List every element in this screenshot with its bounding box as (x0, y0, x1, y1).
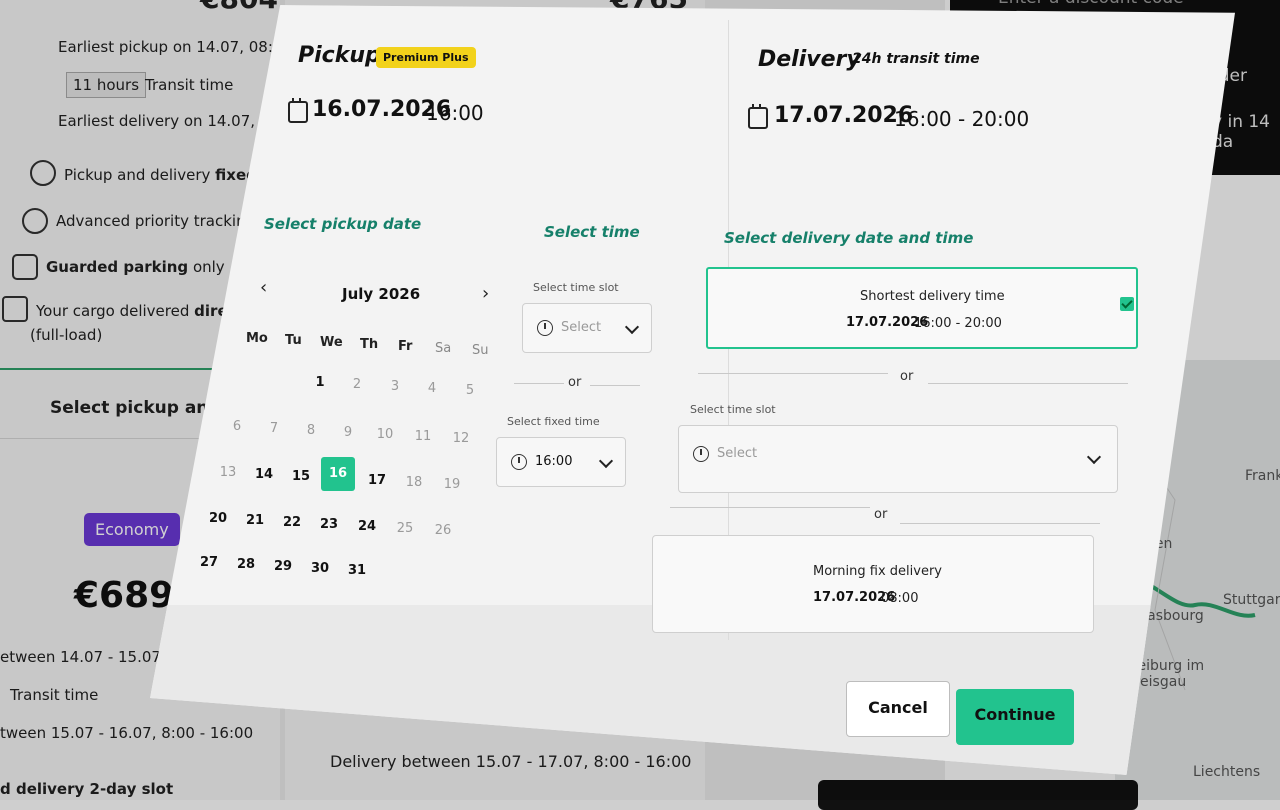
select-pickup-date-heading: Select pickup date (264, 215, 422, 233)
or-divider-line (514, 383, 564, 384)
delivery-time: 16:00 - 20:00 (894, 107, 1030, 131)
delivery-time-slot-select[interactable]: Select (678, 425, 1118, 493)
calendar-day: 9 (343, 425, 353, 440)
calendar-day: 7 (269, 421, 279, 436)
calendar-day: 13 (219, 465, 237, 480)
shortest-delivery-time: 16:00 - 20:00 (914, 316, 1002, 331)
calendar-day[interactable]: 22 (277, 515, 307, 530)
or-divider-line (670, 507, 870, 508)
calendar-day: 25 (396, 521, 414, 536)
pickup-fixed-time-select[interactable]: 16:00 (496, 437, 626, 487)
calendar-day[interactable]: 17 (362, 473, 392, 488)
calendar-day[interactable]: 15 (286, 469, 316, 484)
pickup-delivery-modal: Pickup Premium Plus 16.07.2026 16:00 Sel… (150, 5, 1235, 775)
clock-icon (693, 446, 709, 462)
cancel-button[interactable]: Cancel (846, 681, 950, 737)
calendar-day[interactable]: 20 (203, 511, 233, 526)
calendar-day: 10 (376, 427, 394, 442)
calendar-day: 4 (427, 381, 437, 396)
calendar-day[interactable]: 1 (305, 375, 335, 390)
calendar-day[interactable]: 14 (249, 467, 279, 482)
calendar-clock-icon (288, 98, 308, 123)
pickup-fixed-time-label: Select fixed time (507, 415, 600, 428)
morning-fix-time: 08:00 (881, 591, 919, 606)
clock-icon (511, 454, 527, 470)
delivery-time-slot-placeholder: Select (717, 446, 758, 461)
weekday-label: Fr (398, 339, 413, 354)
delivery-date: 17.07.2026 (774, 103, 914, 128)
shortest-delivery-title: Shortest delivery time (860, 289, 1005, 304)
pickup-time: 16:00 (426, 101, 484, 125)
select-delivery-heading: Select delivery date and time (724, 229, 974, 247)
pickup-time-slot-placeholder: Select (561, 320, 602, 335)
chevron-down-icon (598, 453, 614, 469)
calendar-day-selected[interactable]: 16 (321, 457, 355, 491)
calendar-day: 12 (452, 431, 470, 446)
calendar-day: 26 (434, 523, 452, 538)
calendar-clock-icon (748, 104, 768, 129)
calendar-day[interactable]: 21 (240, 513, 270, 528)
continue-button[interactable]: Continue (956, 689, 1074, 745)
morning-fix-title: Morning fix delivery (813, 564, 942, 579)
morning-fix-delivery-option[interactable]: Morning fix delivery 17.07.2026 08:00 (652, 535, 1094, 633)
calendar-day[interactable]: 28 (231, 557, 261, 572)
calendar-day: 5 (465, 383, 475, 398)
weekday-label: Su (472, 343, 489, 358)
calendar-day: 18 (405, 475, 423, 490)
delivery-or-text: or (900, 369, 914, 384)
calendar-day[interactable]: 23 (314, 517, 344, 532)
shortest-delivery-option[interactable]: Shortest delivery time 17.07.2026 16:00 … (706, 267, 1138, 349)
or-divider-line (698, 373, 888, 374)
pickup-fixed-time-value: 16:00 (535, 454, 573, 469)
delivery-time-slot-label: Select time slot (690, 403, 776, 416)
calendar-day: 19 (443, 477, 461, 492)
calendar-day: 8 (306, 423, 316, 438)
next-month-button[interactable]: › (482, 283, 489, 304)
calendar-day[interactable]: 31 (342, 563, 372, 578)
prev-month-button[interactable]: ‹ (260, 277, 267, 298)
delivery-title: Delivery (758, 47, 861, 72)
pickup-time-slot-label: Select time slot (533, 281, 619, 294)
calendar-day[interactable]: 30 (305, 561, 335, 576)
or-divider-line (590, 385, 640, 386)
pickup-or-text: or (568, 375, 582, 390)
chevron-down-icon (1086, 449, 1102, 465)
pickup-title: Pickup (298, 43, 381, 68)
premium-plus-badge: Premium Plus (376, 47, 476, 68)
weekday-label: Tu (285, 333, 302, 348)
delivery-or-text-2: or (874, 507, 888, 522)
pickup-time-slot-select[interactable]: Select (522, 303, 652, 353)
clock-icon (537, 320, 553, 336)
checkbox-checked-icon[interactable] (1120, 297, 1134, 311)
calendar-day: 2 (352, 377, 362, 392)
calendar-day: 11 (414, 429, 432, 444)
calendar-day: 6 (232, 419, 242, 434)
calendar-day: 3 (390, 379, 400, 394)
weekday-label: Mo (246, 331, 268, 346)
select-time-heading: Select time (544, 223, 640, 241)
or-divider-line (928, 383, 1128, 384)
calendar-day[interactable]: 27 (194, 555, 224, 570)
weekday-label: Sa (435, 341, 452, 356)
calendar-month: July 2026 (342, 285, 421, 303)
calendar-day[interactable]: 24 (352, 519, 382, 534)
chevron-down-icon (624, 319, 640, 335)
calendar-day[interactable]: 29 (268, 559, 298, 574)
weekday-label: Th (360, 337, 379, 352)
or-divider-line (900, 523, 1100, 524)
weekday-label: We (320, 335, 343, 350)
delivery-transit-subtitle: 24h transit time (852, 51, 980, 67)
